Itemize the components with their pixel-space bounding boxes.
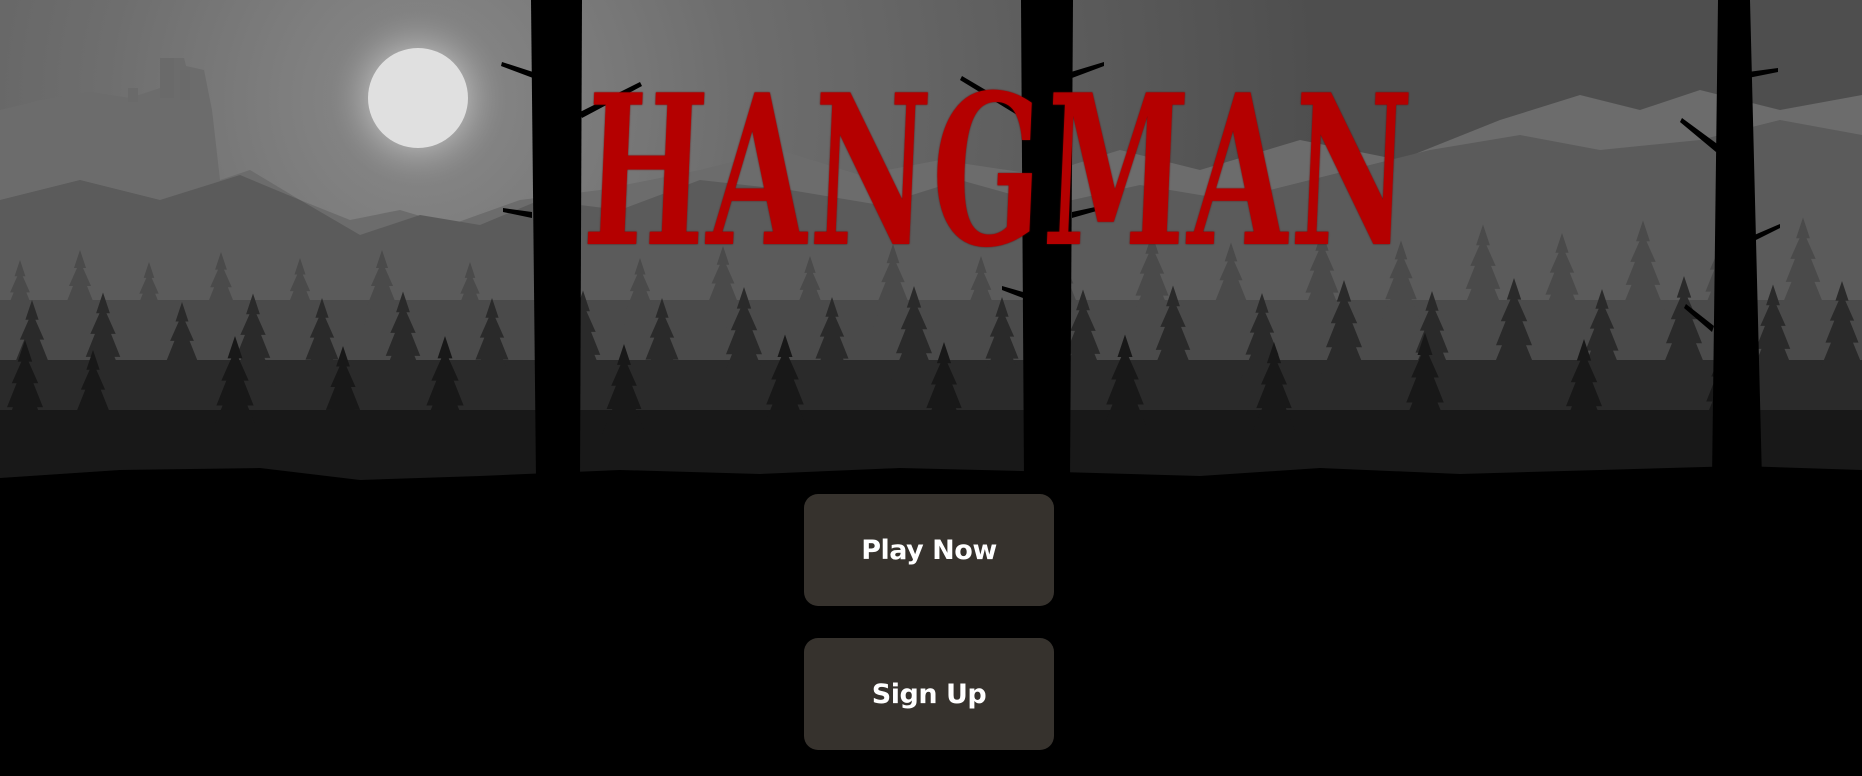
hangman-home-screen: HANGMAN Play Now Sign Up <box>0 0 1862 776</box>
moon-icon <box>368 48 468 148</box>
game-title: HANGMAN <box>580 50 1419 294</box>
sign-up-button[interactable]: Sign Up <box>804 638 1054 750</box>
play-now-button[interactable]: Play Now <box>804 494 1054 606</box>
